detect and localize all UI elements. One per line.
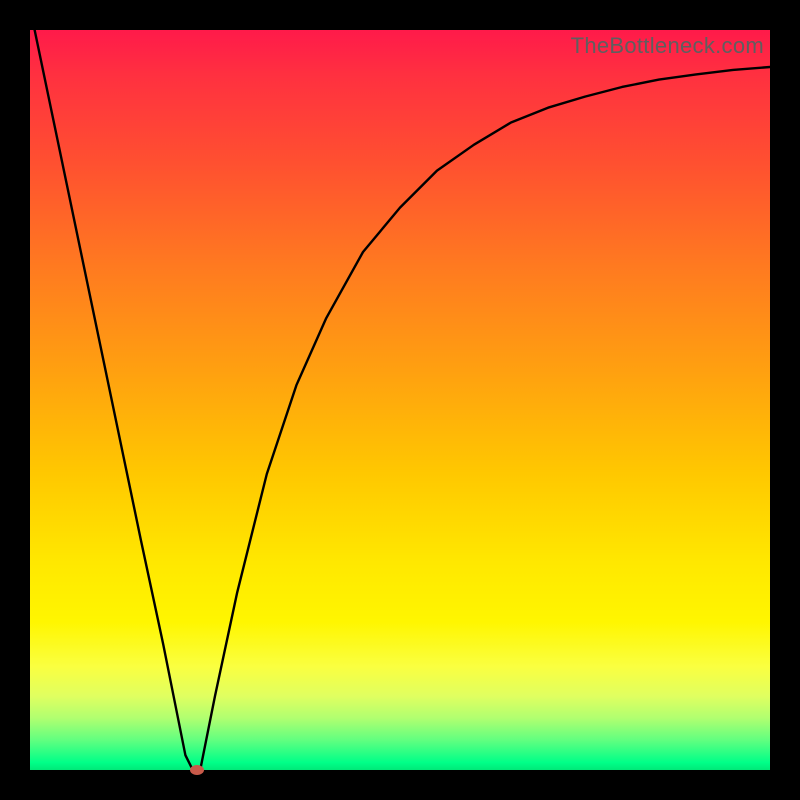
plot-area: TheBottleneck.com: [30, 30, 770, 770]
bottleneck-curve: [30, 30, 770, 770]
optimum-marker: [190, 765, 204, 775]
chart-frame: TheBottleneck.com: [0, 0, 800, 800]
